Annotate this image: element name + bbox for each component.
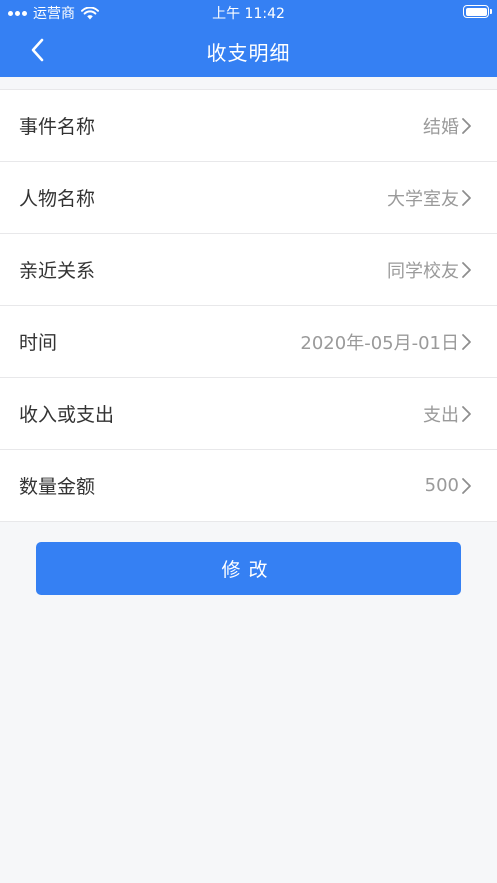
row-relationship[interactable]: 亲近关系 同学校友 xyxy=(0,234,497,306)
modify-button[interactable]: 修改 xyxy=(36,542,461,595)
chevron-right-icon xyxy=(461,476,475,496)
row-income-expense[interactable]: 收入或支出 支出 xyxy=(0,378,497,450)
row-label: 事件名称 xyxy=(19,116,96,138)
row-event-name[interactable]: 事件名称 结婚 xyxy=(0,90,497,162)
battery-icon xyxy=(463,5,492,18)
row-value: 结婚 xyxy=(423,116,459,138)
header: 运营商 上午 11:42 收支明细 xyxy=(0,0,497,77)
row-label: 时间 xyxy=(19,332,58,354)
chevron-right-icon xyxy=(461,260,475,280)
chevron-right-icon xyxy=(461,404,475,424)
row-amount[interactable]: 数量金额 500 xyxy=(0,450,497,522)
row-person-name[interactable]: 人物名称 大学室友 xyxy=(0,162,497,234)
status-time: 上午 11:42 xyxy=(212,6,285,22)
row-time[interactable]: 时间 2020年-05月-01日 xyxy=(0,306,497,378)
detail-list: 事件名称 结婚 人物名称 大学室友 亲近关系 同学校友 时间 2020年-05月… xyxy=(0,89,497,522)
row-value: 同学校友 xyxy=(387,260,459,282)
row-value: 支出 xyxy=(423,404,459,426)
row-label: 收入或支出 xyxy=(19,404,115,426)
page-title: 收支明细 xyxy=(206,41,291,65)
chevron-right-icon xyxy=(461,116,475,136)
chevron-right-icon xyxy=(461,188,475,208)
chevron-right-icon xyxy=(461,332,475,352)
row-label: 人物名称 xyxy=(19,188,96,210)
row-label: 数量金额 xyxy=(19,476,96,498)
row-value: 500 xyxy=(424,475,459,496)
row-value: 2020年-05月-01日 xyxy=(300,332,459,354)
status-bar: 运营商 上午 11:42 xyxy=(0,0,497,24)
nav-bar: 收支明细 xyxy=(0,24,497,77)
row-label: 亲近关系 xyxy=(19,260,96,282)
row-value: 大学室友 xyxy=(387,188,459,210)
